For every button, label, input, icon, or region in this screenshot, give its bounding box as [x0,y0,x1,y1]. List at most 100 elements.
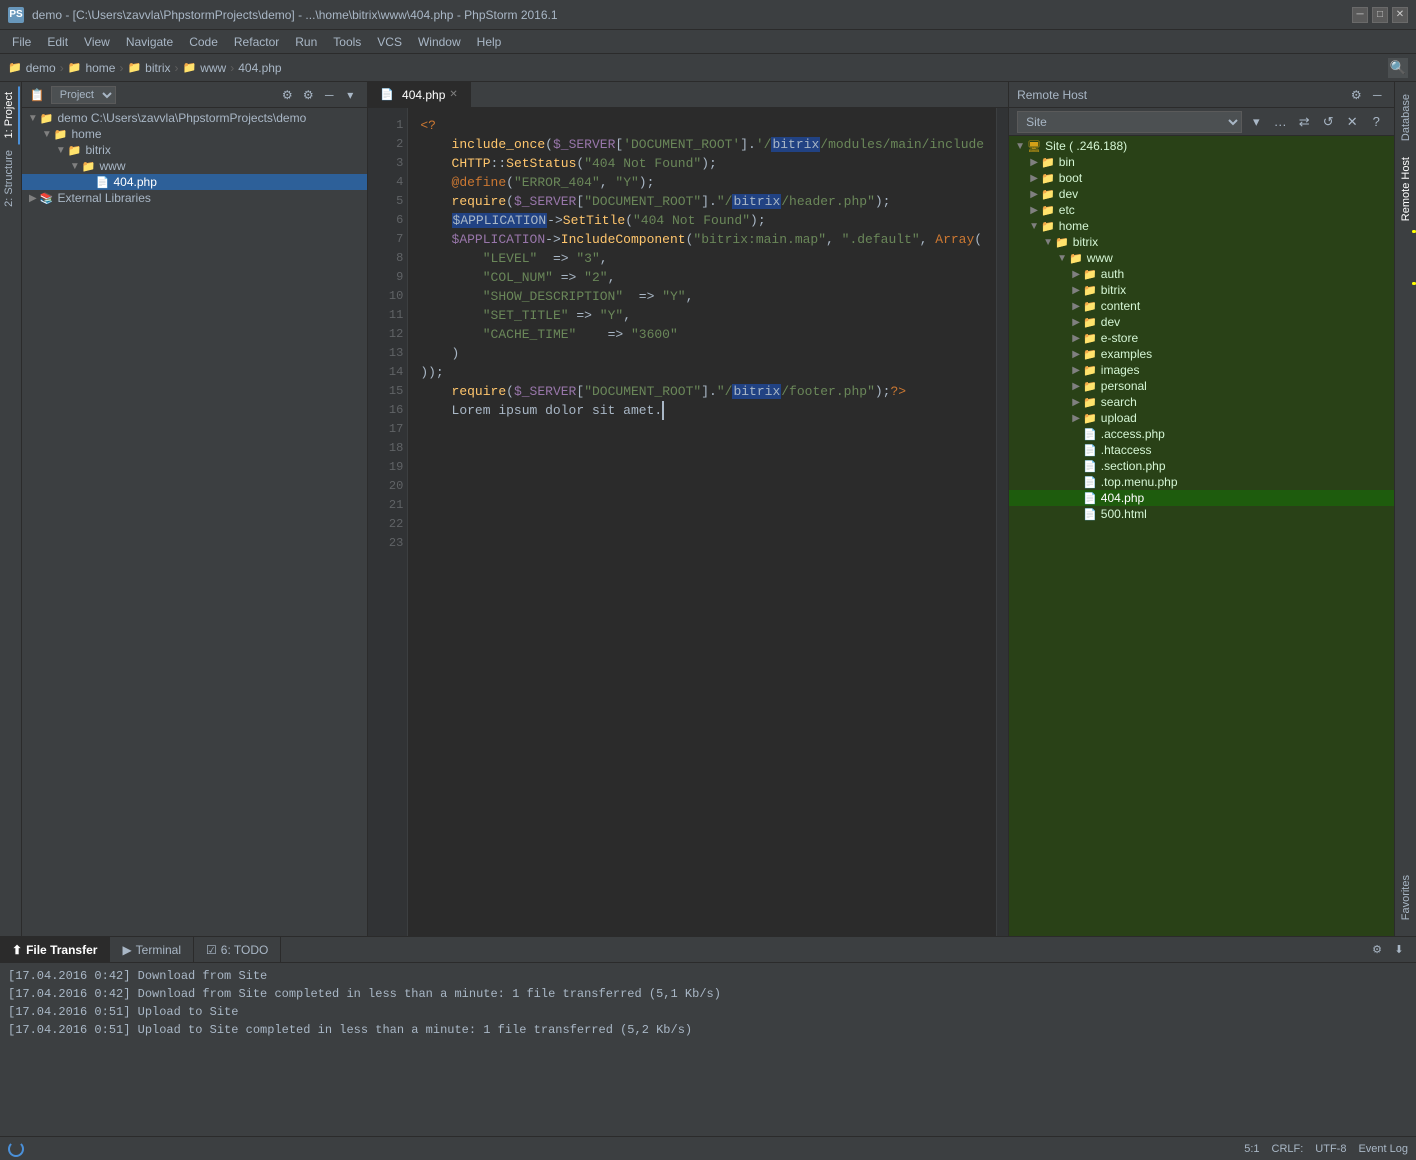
rtree-item-bin[interactable]: 📁 bin [1009,154,1394,170]
menu-navigate[interactable]: Navigate [118,30,181,54]
menu-file[interactable]: File [4,30,39,54]
panel-gear-button[interactable]: ⚙ [299,86,317,104]
rtree-item-boot[interactable]: 📁 boot [1009,170,1394,186]
rtree-item-personal-r[interactable]: 📁 personal [1009,378,1394,394]
tree-arrow-external [26,191,40,205]
rtree-item-etc[interactable]: 📁 etc [1009,202,1394,218]
rtree-item-images-r[interactable]: 📁 images [1009,362,1394,378]
breadcrumb-file[interactable]: 404.php [238,61,281,75]
server-refresh-button[interactable]: ↺ [1318,112,1338,132]
rtree-item-www-r[interactable]: 📁 www [1009,250,1394,266]
rtree-item-home-r[interactable]: 📁 home [1009,218,1394,234]
rtree-item-htaccess-r[interactable]: 📄 .htaccess [1009,442,1394,458]
tree-item-external[interactable]: 📚 External Libraries [22,190,368,206]
minimize-button[interactable]: ─ [1352,7,1368,23]
panel-collapse-button[interactable]: ─ [320,86,338,104]
breadcrumb-bitrix[interactable]: bitrix [145,61,170,75]
rtree-item-search-r[interactable]: 📁 search [1009,394,1394,410]
maximize-button[interactable]: □ [1372,7,1388,23]
rtree-icon-etc: 📁 [1041,204,1055,217]
menu-window[interactable]: Window [410,30,469,54]
log-line-2: [17.04.2016 0:42] Download from Site com… [8,985,1408,1003]
menu-view[interactable]: View [76,30,118,54]
rtree-arrow-content-r [1069,301,1083,312]
menu-run[interactable]: Run [287,30,325,54]
rtree-item-site[interactable]: 🖥 Site ( .246.188) [1009,138,1394,154]
rtree-icon-personal-r: 📁 [1083,380,1097,393]
breadcrumb-demo[interactable]: demo [26,61,56,75]
bottom-settings-button[interactable]: ⚙ [1368,941,1386,959]
rtree-item-404-r[interactable]: 📄 404.php [1009,490,1394,506]
code-editor[interactable]: 12345 678910 1112131415 1617181920 21222… [368,108,1008,936]
server-close-button[interactable]: ✕ [1342,112,1362,132]
breadcrumb-home[interactable]: home [85,61,115,75]
rtree-item-500-r[interactable]: 📄 500.html [1009,506,1394,522]
rtree-item-topmenu-r[interactable]: 📄 .top.menu.php [1009,474,1394,490]
rtree-item-content-r[interactable]: 📁 content [1009,298,1394,314]
remote-collapse-button[interactable]: ─ [1368,86,1386,104]
rtree-icon-bin: 📁 [1041,156,1055,169]
breadcrumb-search-button[interactable]: 🔍 [1388,58,1408,78]
panel-sync-button[interactable]: ⚙ [278,86,296,104]
right-tab-database[interactable]: Database [1397,86,1415,149]
menu-help[interactable]: Help [469,30,510,54]
left-tab-structure[interactable]: 2: Structure [0,144,20,213]
server-expand-button[interactable]: ▾ [1246,112,1266,132]
panel-settings-button[interactable]: ▾ [341,86,359,104]
window-title: demo - [C:\Users\zavvla\PhpstormProjects… [32,8,558,22]
tree-item-404php[interactable]: 📄 404.php [22,174,368,190]
code-line-12: "LEVEL" => "3", [420,249,984,268]
status-position[interactable]: 5:1 [1244,1143,1259,1155]
rtree-item-bitrix-r2[interactable]: 📁 bitrix [1009,282,1394,298]
server-select[interactable]: Site [1017,111,1242,133]
right-tab-favorites[interactable]: Favorites [1397,867,1415,928]
menu-code[interactable]: Code [181,30,226,54]
menu-edit[interactable]: Edit [39,30,76,54]
bottom-download-button[interactable]: ⬇ [1390,941,1408,959]
status-encoding[interactable]: UTF-8 [1315,1143,1346,1155]
tree-item-home[interactable]: 📁 home [22,126,368,142]
remote-panel-actions: ⚙ ─ [1347,86,1386,104]
rtree-item-dev[interactable]: 📁 dev [1009,186,1394,202]
code-content[interactable]: <? include_once($_SERVER['DOCUMENT_ROOT'… [408,108,996,936]
rtree-item-estore-r[interactable]: 📁 e-store [1009,330,1394,346]
code-line-17: ) [420,344,984,363]
left-tab-project[interactable]: 1: Project [0,86,20,144]
server-sync-button[interactable]: ⇄ [1294,112,1314,132]
tree-item-www[interactable]: 📁 www [22,158,368,174]
tree-item-demo[interactable]: 📁 demo C:\Users\zavvla\PhpstormProjects\… [22,110,368,126]
menu-refactor[interactable]: Refactor [226,30,287,54]
server-dots-button[interactable]: … [1270,112,1290,132]
bottom-tab-terminal[interactable]: ▶ Terminal [110,937,194,963]
rtree-item-dev-r[interactable]: 📁 dev [1009,314,1394,330]
close-button[interactable]: ✕ [1392,7,1408,23]
bottom-tab-filetransfer[interactable]: ⬆ File Transfer [0,937,110,963]
window-controls[interactable]: ─ □ ✕ [1352,7,1408,23]
server-question-button[interactable]: ? [1366,112,1386,132]
rtree-item-section-r[interactable]: 📄 .section.php [1009,458,1394,474]
breadcrumb-www[interactable]: www [200,61,226,75]
rtree-icon-access-r: 📄 [1083,428,1097,441]
rtree-item-examples-r[interactable]: 📁 examples [1009,346,1394,362]
rtree-label-bitrix-r2: bitrix [1101,283,1126,297]
tab-close-button[interactable]: ✕ [449,89,457,100]
rtree-item-access-r[interactable]: 📄 .access.php [1009,426,1394,442]
bottom-panel-actions: ⚙ ⬇ [1368,941,1416,959]
rtree-label-examples-r: examples [1101,347,1152,361]
remote-settings-button[interactable]: ⚙ [1347,86,1365,104]
right-tab-remote[interactable]: Remote Host [1397,149,1415,229]
tree-arrow-www [68,159,82,173]
menu-vcs[interactable]: VCS [369,30,410,54]
status-line-ending[interactable]: CRLF: [1272,1143,1304,1155]
editor-tab-404php[interactable]: 📄 404.php ✕ [368,82,470,108]
rtree-item-bitrix-r[interactable]: 📁 bitrix [1009,234,1394,250]
project-dropdown[interactable]: Project [51,86,116,104]
tree-arrow-home [40,127,54,141]
rtree-item-auth-r[interactable]: 📁 auth [1009,266,1394,282]
project-icon: 📋 [30,88,45,102]
menu-tools[interactable]: Tools [325,30,369,54]
tree-item-bitrix[interactable]: 📁 bitrix [22,142,368,158]
bottom-tab-todo[interactable]: ☑ 6: TODO [194,937,281,963]
event-log-button[interactable]: Event Log [1358,1143,1408,1155]
rtree-item-upload-r[interactable]: 📁 upload [1009,410,1394,426]
